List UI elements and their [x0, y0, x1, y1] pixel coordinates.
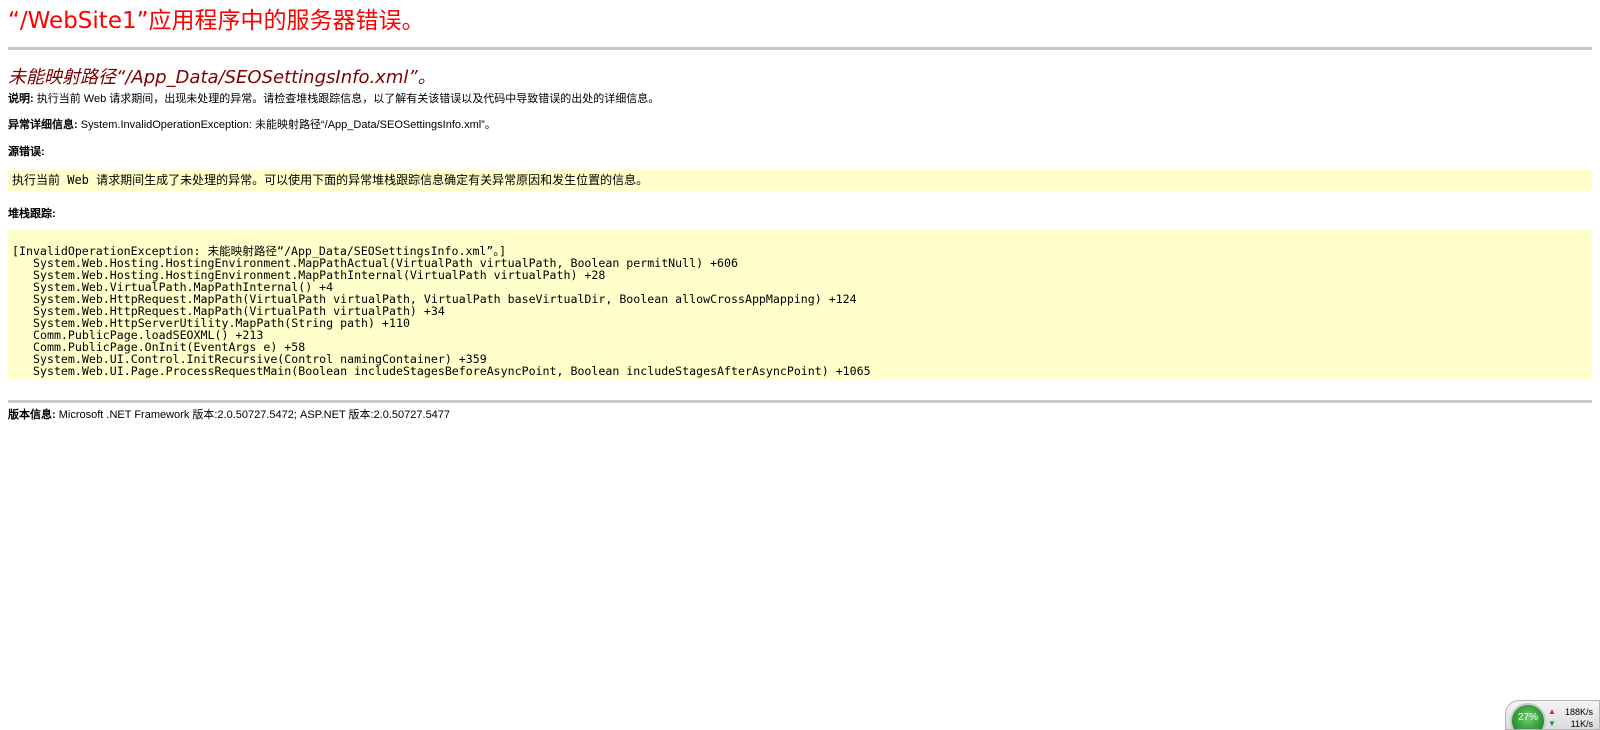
top-divider	[8, 47, 1592, 50]
network-speed-widget[interactable]: 27% ▲ 188K/s ▼ 11K/s	[1505, 700, 1600, 730]
exception-details-text: System.InvalidOperationException: 未能映射路径…	[77, 119, 496, 131]
exception-details-label: 异常详细信息:	[8, 119, 78, 131]
upload-rate: 188K/s	[1564, 707, 1593, 717]
arrow-up-icon: ▲	[1548, 707, 1556, 716]
description: 说明: 执行当前 Web 请求期间，出现未处理的异常。请检查堆栈跟踪信息，以了解…	[8, 92, 659, 106]
source-error-text: 执行当前 Web 请求期间生成了未处理的异常。可以使用下面的异常堆栈跟踪信息确定…	[12, 173, 649, 187]
description-label: 说明:	[8, 93, 34, 105]
exception-details: 异常详细信息: System.InvalidOperationException…	[8, 118, 496, 132]
source-error-box: 执行当前 Web 请求期间生成了未处理的异常。可以使用下面的异常堆栈跟踪信息确定…	[8, 170, 1592, 191]
arrow-down-icon: ▼	[1548, 719, 1556, 728]
error-page: “/WebSite1”应用程序中的服务器错误。 未能映射路径“/App_Data…	[0, 0, 1600, 730]
page-title: “/WebSite1”应用程序中的服务器错误。	[8, 8, 425, 34]
version-info-text: Microsoft .NET Framework 版本:2.0.50727.54…	[55, 409, 451, 421]
stack-frame: System.Web.UI.Page.ProcessRequestMain(Bo…	[33, 364, 871, 378]
stack-trace-label: 堆栈跟踪:	[8, 208, 56, 220]
usage-gauge: 27%	[1510, 703, 1546, 729]
version-info-label: 版本信息:	[8, 409, 56, 421]
description-text: 执行当前 Web 请求期间，出现未处理的异常。请检查堆栈跟踪信息，以了解有关该错…	[33, 93, 660, 105]
version-info: 版本信息: Microsoft .NET Framework 版本:2.0.50…	[8, 408, 450, 422]
error-heading: 未能映射路径“/App_Data/SEOSettingsInfo.xml”。	[8, 67, 436, 88]
usage-percent: 27%	[1517, 712, 1538, 723]
stack-trace-box: [InvalidOperationException: 未能映射路径“/App_…	[8, 230, 1592, 380]
source-error-label: 源错误:	[8, 146, 45, 158]
bottom-divider	[8, 400, 1592, 403]
download-rate: 11K/s	[1570, 719, 1593, 729]
